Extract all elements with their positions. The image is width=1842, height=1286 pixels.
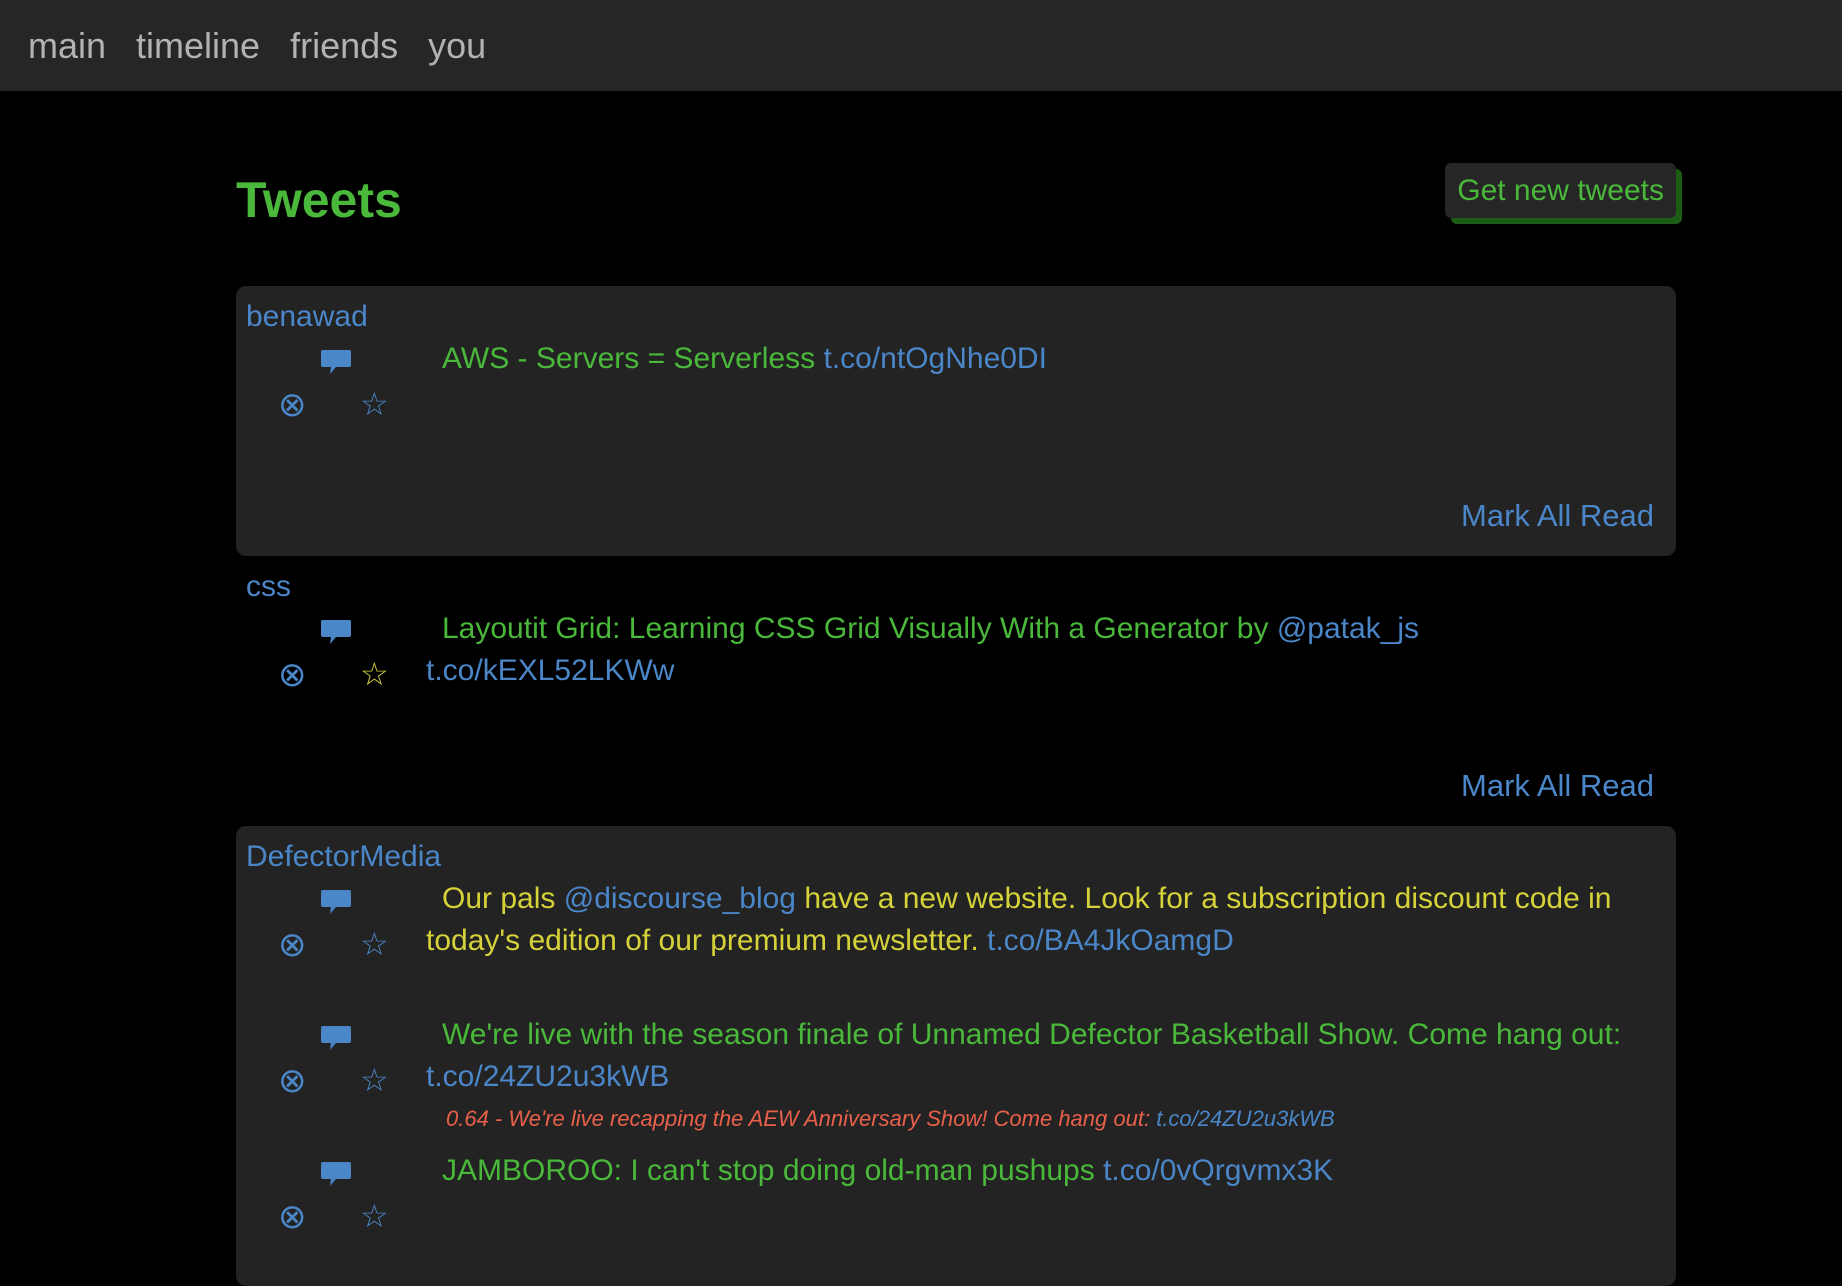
star-icon[interactable]: ☆	[360, 388, 389, 420]
group-username[interactable]: css	[246, 570, 291, 604]
tweet-link[interactable]: t.co/BA4JkOamgD	[987, 924, 1234, 957]
nav-timeline[interactable]: timeline	[136, 27, 260, 64]
speech-bubble-icon[interactable]	[320, 618, 352, 646]
tweet-link[interactable]: t.co/ntOgNhe0DI	[823, 342, 1046, 375]
circled-x-icon[interactable]: ⊗	[278, 1064, 307, 1098]
tweet-text: We're live with the season finale of Unn…	[426, 1014, 1666, 1098]
tweet-body: AWS - Servers = Serverless	[442, 342, 816, 375]
note-link[interactable]: t.co/24ZU2u3kWB	[1156, 1106, 1335, 1131]
speech-bubble-icon[interactable]	[320, 1160, 352, 1188]
mark-all-read-button[interactable]: Mark All Read	[1461, 498, 1654, 534]
get-new-tweets-button[interactable]: Get new tweets	[1445, 163, 1676, 218]
tweet-text: Layoutit Grid: Learning CSS Grid Visuall…	[426, 608, 1666, 692]
note-text: 0.64 - We're live recapping the AEW Anni…	[446, 1106, 1151, 1131]
circled-x-icon[interactable]: ⊗	[278, 388, 307, 422]
nav-you[interactable]: you	[428, 27, 486, 64]
top-nav: main timeline friends you	[0, 0, 1842, 91]
tweet-body: Layoutit Grid: Learning CSS Grid Visuall…	[442, 612, 1269, 645]
circled-x-icon[interactable]: ⊗	[278, 928, 307, 962]
tweet-group-benawad: benawad ⊗ ☆ AWS - Servers = Serverless t…	[236, 286, 1676, 556]
group-username[interactable]: benawad	[246, 300, 368, 334]
star-icon[interactable]: ☆	[360, 928, 389, 960]
tweet-link[interactable]: t.co/24ZU2u3kWB	[426, 1060, 669, 1093]
star-icon[interactable]: ☆	[360, 1200, 389, 1232]
tweet-text: Our pals @discourse_blog have a new webs…	[426, 878, 1666, 962]
tweet-text: JAMBOROO: I can't stop doing old-man pus…	[426, 1150, 1666, 1192]
speech-bubble-icon[interactable]	[320, 1024, 352, 1052]
tweet-text: AWS - Servers = Serverless t.co/ntOgNhe0…	[426, 338, 1666, 380]
circled-x-icon[interactable]: ⊗	[278, 658, 307, 692]
tweet-mention[interactable]: @discourse_blog	[564, 882, 796, 915]
tweet-link[interactable]: t.co/0vQrgvmx3K	[1103, 1154, 1333, 1187]
mark-all-read-button[interactable]: Mark All Read	[1461, 768, 1654, 804]
nav-main[interactable]: main	[28, 27, 106, 64]
page-title: Tweets	[236, 172, 402, 228]
tweet-link[interactable]: t.co/kEXL52LKWw	[426, 654, 674, 687]
nav-friends[interactable]: friends	[290, 27, 398, 64]
tweet-group-defectormedia: DefectorMedia ⊗ ☆ Our pals @discourse_bl…	[236, 826, 1676, 1286]
tweet-body: JAMBOROO: I can't stop doing old-man pus…	[442, 1154, 1095, 1187]
tweet-body: Our pals	[442, 882, 556, 915]
tweet-body: We're live with the season finale of Unn…	[442, 1018, 1622, 1051]
circled-x-icon[interactable]: ⊗	[278, 1200, 307, 1234]
group-username[interactable]: DefectorMedia	[246, 840, 441, 874]
star-icon[interactable]: ☆	[360, 1064, 389, 1096]
tweet-mention[interactable]: @patak_js	[1277, 612, 1419, 645]
tweet-group-css: css ⊗ ☆ Layoutit Grid: Learning CSS Grid…	[236, 556, 1676, 826]
related-tweet-note: 0.64 - We're live recapping the AEW Anni…	[446, 1106, 1335, 1132]
speech-bubble-icon[interactable]	[320, 888, 352, 916]
speech-bubble-icon[interactable]	[320, 348, 352, 376]
tweet-groups: benawad ⊗ ☆ AWS - Servers = Serverless t…	[236, 286, 1676, 1286]
star-icon[interactable]: ☆	[360, 658, 389, 690]
